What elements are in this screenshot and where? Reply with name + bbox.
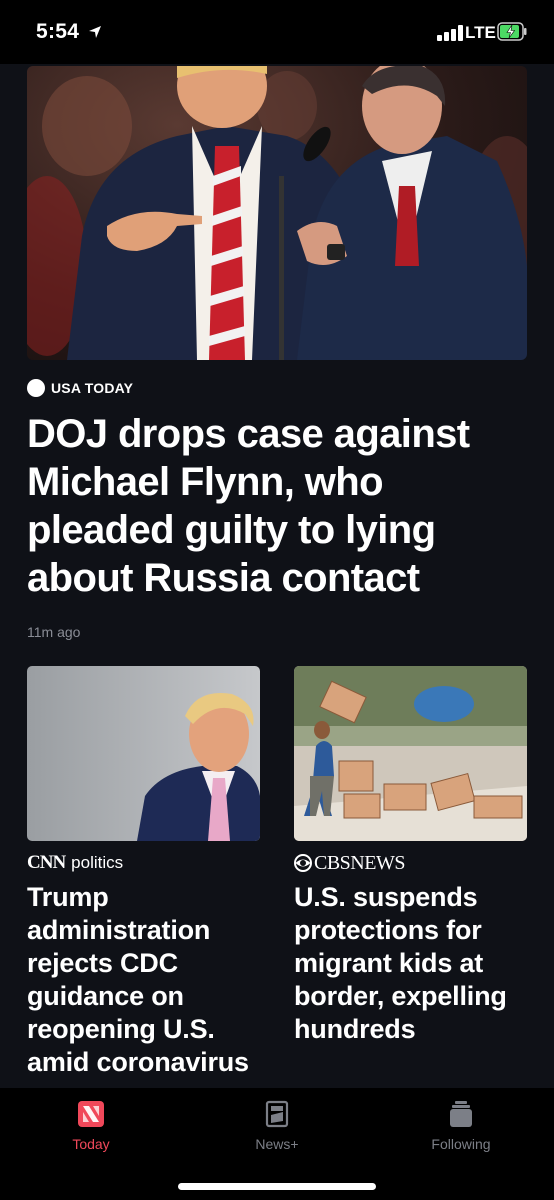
story-card-cnn[interactable]: CNN politics Trump administration reject… [27, 666, 260, 1079]
story-card-source: CNN politics [27, 852, 260, 874]
usa-today-logo-icon [27, 379, 45, 397]
hero-headline[interactable]: DOJ drops case against Michael Flynn, wh… [27, 410, 527, 602]
story-card-cbs[interactable]: CBSNEWS U.S. suspends protections for mi… [294, 666, 527, 1046]
news-app-screen: 5:54 LTE USA TODAY DOJ drops case agains… [0, 0, 554, 1200]
tab-today-label: Today [72, 1136, 110, 1152]
tab-news-plus[interactable]: News+ [217, 1100, 337, 1152]
location-arrow-icon [89, 26, 101, 38]
tab-today[interactable]: Today [31, 1100, 151, 1152]
hero-source-name: USA TODAY [51, 380, 134, 396]
hero-photo[interactable] [27, 66, 527, 360]
story-card-photo[interactable] [294, 666, 527, 841]
battery-charging-icon [497, 22, 527, 41]
story-card-headline[interactable]: Trump administration rejects CDC guidanc… [27, 881, 260, 1079]
status-bar: 5:54 LTE [0, 0, 554, 64]
cbs-news-logo: CBSNEWS [314, 851, 405, 874]
hero-source: USA TODAY [27, 378, 133, 398]
home-indicator[interactable] [178, 1183, 376, 1190]
status-time: 5:54 [36, 20, 80, 43]
news-plus-icon [265, 1100, 289, 1128]
tab-news-plus-label: News+ [255, 1136, 299, 1152]
cbs-eye-icon [294, 854, 312, 872]
cnn-logo: CNN [27, 852, 66, 873]
following-icon [450, 1101, 472, 1127]
network-type: LTE [465, 23, 496, 42]
story-card-headline[interactable]: U.S. suspends protections for migrant ki… [294, 881, 527, 1046]
tab-following-label: Following [431, 1136, 491, 1152]
signal-icon [437, 25, 463, 41]
news-feed[interactable]: USA TODAY DOJ drops case against Michael… [0, 64, 554, 1088]
story-card-source: CBSNEWS [294, 852, 527, 874]
news-today-icon [78, 1101, 104, 1127]
story-card-photo[interactable] [27, 666, 260, 841]
tab-following[interactable]: Following [401, 1100, 521, 1152]
hero-timestamp: 11m ago [27, 624, 81, 640]
story-card-section: politics [71, 853, 124, 872]
